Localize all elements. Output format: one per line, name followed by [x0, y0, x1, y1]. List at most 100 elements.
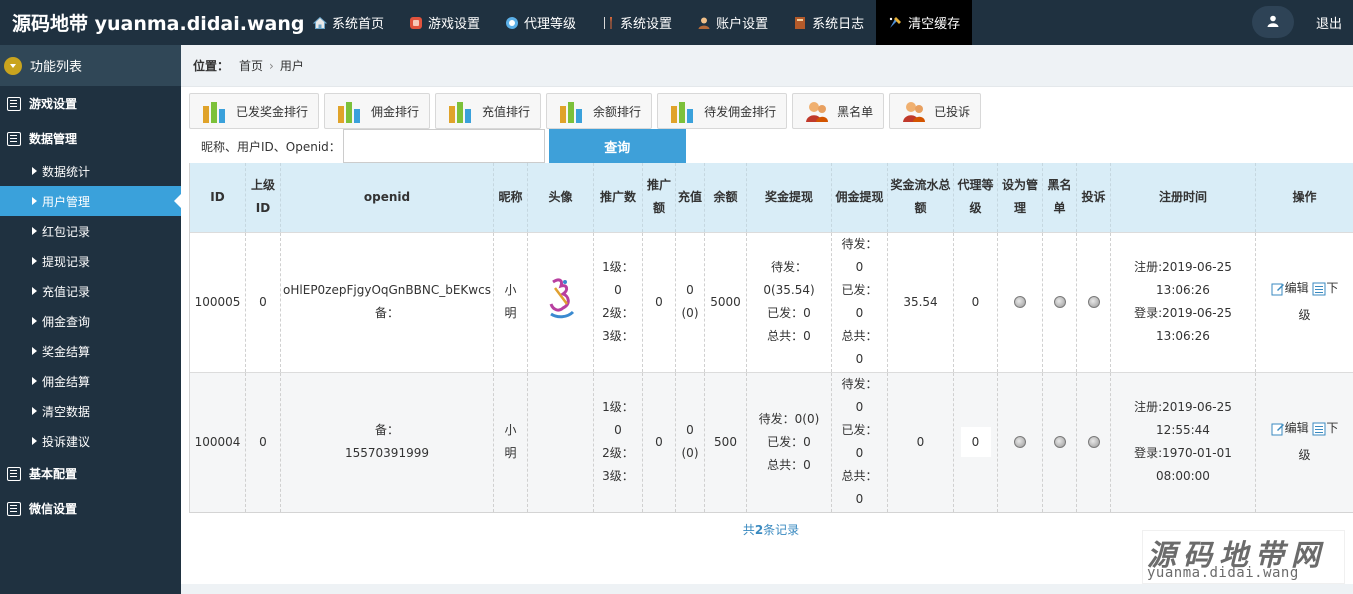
blacklist-radio[interactable]	[1053, 296, 1066, 308]
toolbar-label: 已投诉	[934, 104, 971, 119]
sidebar-section-game-settings[interactable]: 游戏设置	[0, 86, 181, 121]
list-icon	[7, 96, 21, 111]
set-admin-radio[interactable]	[1014, 296, 1026, 308]
nav-system-log[interactable]: 系统日志	[780, 0, 876, 45]
sidebar-item-recharge[interactable]: 充值记录	[0, 276, 181, 306]
sidebar-item-label: 佣金查询	[42, 314, 91, 329]
bottom-strip	[181, 584, 1353, 594]
sidebar-item-bonus-settlement[interactable]: 奖金结算	[0, 336, 181, 366]
sidebar-item-label: 红包记录	[42, 224, 91, 239]
sidebar-item-commission-settlement[interactable]: 佣金结算	[0, 366, 181, 396]
complaint-radio[interactable]	[1087, 436, 1100, 448]
nav-label: 系统日志	[812, 17, 865, 32]
set-admin-radio[interactable]	[1014, 436, 1026, 448]
search-bar: 昵称、用户ID、Openid： 查询	[201, 129, 686, 163]
complained-button[interactable]: 已投诉	[889, 93, 982, 129]
account-icon	[696, 15, 711, 30]
nav-label: 系统首页	[332, 17, 385, 32]
nav-account-settings[interactable]: 账户设置	[684, 0, 780, 45]
cell-reg-time: 注册:2019-06-25 13:06:26 登录:2019-06-25 13:06:…	[1110, 231, 1256, 372]
breadcrumb-current: 用户	[279, 59, 304, 73]
subordinate-button[interactable]: 下	[1312, 417, 1338, 440]
cell-nickname: 小明	[493, 371, 528, 513]
sidebar-item-label: 奖金结算	[42, 344, 91, 359]
breadcrumb-label: 位置：	[193, 59, 230, 73]
caret-right-icon	[32, 347, 37, 355]
complaint-radio[interactable]	[1087, 296, 1100, 308]
cell-bonus-flow: 0	[887, 371, 954, 513]
clear-cache-icon	[888, 15, 903, 30]
toolbar-label: 黑名单	[837, 104, 874, 119]
sidebar-item-clear-data[interactable]: 清空数据	[0, 396, 181, 426]
cell-bonus-flow: 35.54	[887, 231, 954, 372]
pending-commission-rank-button[interactable]: 待发佣金排行	[657, 93, 788, 129]
nav-home[interactable]: 系统首页	[300, 0, 396, 45]
nav-clear-cache[interactable]: 清空缓存	[876, 0, 973, 45]
col-recharge: 充值	[675, 163, 705, 232]
blacklist-button[interactable]: 黑名单	[792, 93, 885, 129]
col-balance: 余额	[704, 163, 747, 232]
caret-right-icon	[32, 407, 37, 415]
sidebar-item-data-stats[interactable]: 数据统计	[0, 156, 181, 186]
logout-link[interactable]: 退出	[1316, 13, 1342, 32]
caret-right-icon	[32, 377, 37, 385]
sidebar-item-label: 用户管理	[42, 194, 91, 209]
nav-agent-level[interactable]: 代理等级	[492, 0, 588, 45]
edit-button[interactable]: 编辑	[1271, 277, 1309, 300]
cell-id: 100004	[189, 371, 246, 513]
sidebar-section-wechat-settings[interactable]: 微信设置	[0, 491, 181, 526]
search-button[interactable]: 查询	[548, 129, 686, 163]
home-icon	[312, 15, 327, 30]
edit-button[interactable]: 编辑	[1271, 417, 1309, 440]
cell-agent-level[interactable]: 0	[953, 231, 998, 372]
sidebar-item-withdraw[interactable]: 提现记录	[0, 246, 181, 276]
caret-right-icon	[32, 257, 37, 265]
sidebar-item-red-packet[interactable]: 红包记录	[0, 216, 181, 246]
search-input[interactable]	[342, 129, 545, 163]
cell-openid: 备： 15570391999	[280, 371, 494, 513]
sidebar-item-commission-query[interactable]: 佣金查询	[0, 306, 181, 336]
subordinate-button[interactable]: 下	[1312, 277, 1338, 300]
sidebar-header[interactable]: 功能列表	[0, 45, 181, 86]
user-menu-button[interactable]	[1252, 6, 1294, 38]
bar-chart-icon	[560, 102, 583, 123]
chevron-right-icon: ›	[269, 58, 274, 73]
col-agent-level: 代理等级	[953, 163, 998, 232]
cell-complaint	[1076, 371, 1111, 513]
bar-chart-icon	[203, 102, 225, 123]
breadcrumb-home[interactable]: 首页	[239, 57, 263, 74]
cell-reg-time: 注册:2019-06-25 12:55:44 登录:1970-01-01 08:00:…	[1110, 371, 1256, 513]
sidebar-section-data-management[interactable]: 数据管理	[0, 121, 181, 156]
sidebar-section-basic-config[interactable]: 基本配置	[0, 456, 181, 491]
tools-icon	[600, 15, 615, 30]
sidebar-item-user-management[interactable]: 用户管理	[0, 186, 181, 216]
cell-ops: 编辑 下 级	[1255, 231, 1353, 372]
user-icon	[1267, 15, 1279, 30]
caret-right-icon	[32, 197, 37, 205]
list-icon	[7, 501, 21, 516]
col-openid: openid	[280, 163, 494, 232]
user-table: ID 上级 ID openid 昵称 头像 推广数 推广额 充值 余额 奖金提现 …	[189, 163, 1353, 513]
users-icon	[903, 102, 926, 122]
sidebar-item-complaints[interactable]: 投诉建议	[0, 426, 181, 456]
toolbar-label: 充值排行	[482, 104, 531, 119]
bonus-rank-button[interactable]: 已发奖金排行	[189, 93, 320, 129]
col-promo-count: 推广数	[593, 163, 643, 232]
subordinate-label: 级	[1298, 307, 1311, 322]
caret-right-icon	[32, 287, 37, 295]
search-label: 昵称、用户ID、Openid：	[201, 139, 341, 154]
recharge-rank-button[interactable]: 充值排行	[435, 93, 542, 129]
col-reg-time: 注册时间	[1110, 163, 1256, 232]
bar-chart-icon	[671, 102, 694, 123]
agent-level-input[interactable]: 0	[960, 427, 991, 457]
blacklist-radio[interactable]	[1053, 436, 1066, 448]
cell-commission-withdraw: 待发： 0 已发： 0 总共： 0	[831, 371, 888, 513]
col-id[interactable]: ID	[189, 163, 246, 232]
nav-game-settings[interactable]: 游戏设置	[396, 0, 492, 45]
table-row: 100005 0 oHlEP0zepFjgyOqGnBBNC_bEKwcs 备： …	[189, 231, 1353, 372]
nav-system-settings[interactable]: 系统设置	[588, 0, 684, 45]
balance-rank-button[interactable]: 余额排行	[546, 93, 653, 129]
toolbar-label: 待发佣金排行	[704, 104, 777, 119]
cell-avatar	[527, 231, 594, 372]
commission-rank-button[interactable]: 佣金排行	[324, 93, 431, 129]
